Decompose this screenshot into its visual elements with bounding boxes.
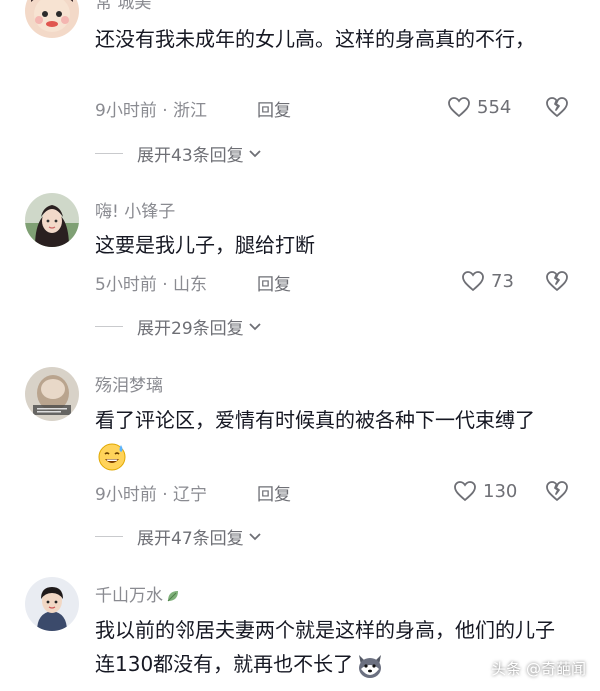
avatar[interactable]: [25, 0, 79, 38]
comment-time-location: 9小时前 · 辽宁: [95, 485, 208, 505]
like-count: 554: [477, 96, 512, 118]
comment-username-text: 千山万水: [95, 586, 163, 606]
comment-meta: 9小时前 · 浙江 回复 554: [95, 92, 575, 122]
expand-replies-button[interactable]: 展开29条回复: [95, 313, 262, 339]
reply-button[interactable]: 回复: [257, 270, 291, 295]
comment-text: 看了评论区，爱情有时候真的被各种下一代束缚了: [95, 403, 565, 471]
sweat-smile-emoji: [98, 443, 126, 470]
comment-text-content: 我以前的邻居夫妻两个就是这样的身高，他们的儿子连130都没有，就再也不长了: [95, 618, 555, 676]
expand-replies-button[interactable]: 展开43条回复: [95, 140, 262, 166]
reply-button[interactable]: 回复: [257, 480, 291, 505]
heart-outline-icon: [462, 271, 484, 292]
like-button[interactable]: 73: [461, 266, 514, 296]
comment-time-location: 5小时前 · 山东: [95, 275, 208, 295]
broken-heart-icon[interactable]: [545, 269, 569, 293]
comment-text: 还没有我未成年的女儿高。这样的身高真的不行，: [95, 27, 535, 51]
heart-outline-icon: [454, 481, 476, 502]
like-count: 130: [483, 480, 518, 502]
chevron-down-icon: [249, 533, 261, 541]
comment-username[interactable]: 殇泪梦璃: [95, 371, 163, 396]
chevron-down-icon: [249, 323, 261, 331]
husky-dog-emoji: [359, 654, 382, 678]
heart-outline-icon: [448, 97, 470, 118]
broken-heart-icon[interactable]: [545, 479, 569, 503]
like-count: 73: [491, 270, 514, 292]
expand-replies-label: 展开43条回复: [137, 145, 244, 166]
comment-username[interactable]: 千山万水: [95, 581, 181, 606]
comment-text: 这要是我儿子，腿给打断: [95, 233, 315, 257]
avatar[interactable]: [25, 577, 79, 631]
comment-meta: 9小时前 · 辽宁 回复 130: [95, 476, 575, 506]
expand-replies-label: 展开29条回复: [137, 318, 244, 339]
divider: [95, 325, 123, 327]
watermark: 头条 @奇葩闻: [491, 660, 586, 678]
comment-username[interactable]: 常 城美: [95, 0, 151, 13]
avatar[interactable]: [25, 367, 79, 421]
comment-text-content: 看了评论区，爱情有时候真的被各种下一代束缚了: [95, 408, 535, 432]
chevron-down-icon: [249, 150, 261, 158]
reply-button[interactable]: 回复: [257, 96, 291, 121]
comment-username[interactable]: 嗨! 小锋子: [95, 197, 175, 222]
avatar[interactable]: [25, 193, 79, 247]
like-button[interactable]: 554: [447, 92, 511, 122]
comment-meta: 5小时前 · 山东 回复 73: [95, 266, 575, 296]
divider: [95, 535, 123, 537]
comment-time-location: 9小时前 · 浙江: [95, 101, 208, 121]
leaf-badge-icon: [167, 591, 178, 602]
broken-heart-icon[interactable]: [545, 95, 569, 119]
comment-list: 常 城美 还没有我未成年的女儿高。这样的身高真的不行， 9小时前 · 浙江 回复…: [0, 0, 600, 691]
expand-replies-label: 展开47条回复: [137, 528, 244, 549]
divider: [95, 152, 123, 154]
expand-replies-button[interactable]: 展开47条回复: [95, 523, 262, 549]
like-button[interactable]: 130: [453, 476, 517, 506]
